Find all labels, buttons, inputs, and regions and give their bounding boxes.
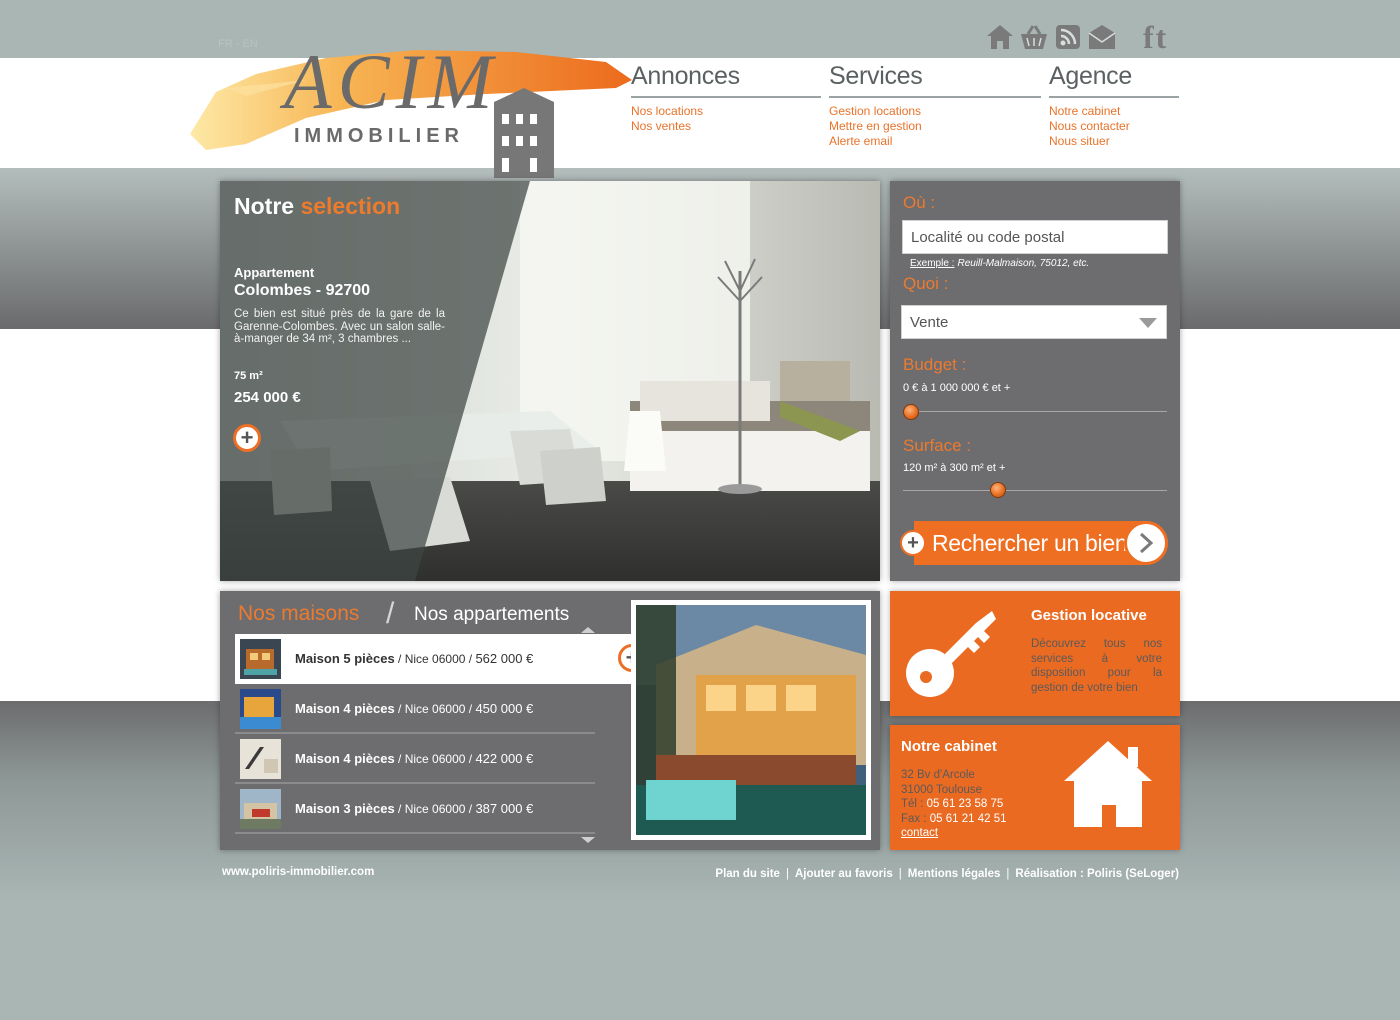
listing-thumbnail xyxy=(240,789,281,829)
gestion-text: Découvrez tous nos services à votre disp… xyxy=(1031,638,1162,694)
cabinet-title: Notre cabinet xyxy=(901,738,997,755)
nav-link-ventes[interactable]: Nos ventes xyxy=(631,119,821,134)
list-item[interactable]: Maison 4 pièces / Nice 06000 / 422 000 € xyxy=(235,734,595,784)
nav-link-locations[interactable]: Nos locations xyxy=(631,104,821,119)
list-item[interactable]: Maison 4 pièces / Nice 06000 / 450 000 € xyxy=(235,684,595,734)
featured-description: Ce bien est situé près de la gare de la … xyxy=(234,308,445,345)
chevron-down-icon xyxy=(1139,318,1157,328)
footer-link-mentions[interactable]: Mentions légales xyxy=(908,868,1001,880)
social-links: f t xyxy=(1143,21,1167,53)
mail-icon[interactable] xyxy=(1087,22,1117,52)
budget-label: Budget : xyxy=(903,355,967,374)
notre-cabinet-box: Notre cabinet 32 Bv d'Arcole 31000 Toulo… xyxy=(890,725,1180,850)
budget-slider-track[interactable] xyxy=(903,411,1167,412)
svg-text:IMMOBILIER: IMMOBILIER xyxy=(294,125,464,147)
facebook-icon[interactable]: f xyxy=(1143,21,1154,53)
featured-more-button[interactable]: + xyxy=(233,424,261,452)
scroll-down-arrow[interactable] xyxy=(581,837,595,843)
home-icon[interactable] xyxy=(985,22,1015,52)
search-panel: Où : Localité ou code postal Exemple : Re… xyxy=(890,181,1180,581)
footer-link-favoris[interactable]: Ajouter au favoris xyxy=(795,868,893,880)
top-icon-bar xyxy=(985,22,1117,52)
listing-photo[interactable] xyxy=(631,600,871,840)
listing-thumbnail xyxy=(240,689,281,729)
nav-title-annonces[interactable]: Annonces xyxy=(631,62,821,98)
nav-services: Services Gestion locations Mettre en ges… xyxy=(829,62,1041,149)
location-example: Exemple : Reuill-Malmaison, 75012, etc. xyxy=(910,258,1090,269)
nav-link-nous-situer[interactable]: Nous situer xyxy=(1049,134,1179,149)
chevron-right-icon xyxy=(1124,521,1168,565)
key-icon xyxy=(906,611,996,697)
featured-title: Notre selection xyxy=(234,193,401,219)
surface-slider-track[interactable] xyxy=(903,490,1167,491)
surface-range-text: 120 m² à 300 m² et + xyxy=(903,462,1006,474)
footer-url[interactable]: www.poliris-immobilier.com xyxy=(222,866,374,878)
tab-maisons[interactable]: Nos maisons xyxy=(238,602,359,626)
list-item[interactable]: Maison 5 pièces / Nice 06000 / 562 000 € xyxy=(235,634,632,684)
twitter-icon[interactable]: t xyxy=(1156,21,1167,53)
contact-link[interactable]: contact xyxy=(901,827,938,839)
site-logo[interactable]: ACIM IMMOBILIER xyxy=(186,22,636,182)
nav-link-notre-cabinet[interactable]: Notre cabinet xyxy=(1049,104,1179,119)
listing-thumbnail xyxy=(240,739,281,779)
nav-link-gestion-locations[interactable]: Gestion locations xyxy=(829,104,1041,119)
featured-area: 75 m² xyxy=(234,370,263,382)
svg-text:ACIM: ACIM xyxy=(279,38,499,125)
tab-appartements[interactable]: Nos appartements xyxy=(414,604,569,626)
budget-slider-handle[interactable] xyxy=(903,404,919,420)
nav-link-mettre-en-gestion[interactable]: Mettre en gestion xyxy=(829,119,1041,134)
cabinet-address: 32 Bv d'Arcole 31000 Toulouse Tél : 05 6… xyxy=(901,769,1007,839)
gestion-title: Gestion locative xyxy=(1031,607,1147,624)
listings-panel: Nos maisons / Nos appartements Maison 5 … xyxy=(220,591,880,850)
featured-price: 254 000 € xyxy=(234,389,301,406)
featured-selection: Notre selection Appartement Colombes - 9… xyxy=(220,181,880,581)
where-label: Où : xyxy=(903,193,936,212)
nav-annonces: Annonces Nos locations Nos ventes xyxy=(631,62,821,134)
nav-agence: Agence Notre cabinet Nous contacter Nous… xyxy=(1049,62,1179,149)
type-select[interactable]: Vente xyxy=(901,305,1167,339)
featured-photo[interactable] xyxy=(220,181,880,581)
footer-links: Plan du site | Ajouter au favoris | Mentio… xyxy=(715,868,1179,880)
scroll-up-arrow[interactable] xyxy=(581,627,595,633)
location-input[interactable]: Localité ou code postal xyxy=(902,220,1168,254)
featured-type: Appartement xyxy=(234,265,315,280)
house-icon xyxy=(1064,741,1152,827)
nav-title-agence[interactable]: Agence xyxy=(1049,62,1179,98)
footer-link-plan[interactable]: Plan du site xyxy=(715,868,780,880)
listing-thumbnail xyxy=(240,639,281,679)
rss-icon[interactable] xyxy=(1053,22,1083,52)
search-button[interactable]: Rechercher un bien xyxy=(914,521,1168,565)
nav-link-nous-contacter[interactable]: Nous contacter xyxy=(1049,119,1179,134)
surface-slider-handle[interactable] xyxy=(989,482,1006,498)
basket-icon[interactable] xyxy=(1019,22,1049,52)
plus-icon: + xyxy=(900,530,926,556)
footer-link-realisation[interactable]: Réalisation : Poliris (SeLoger) xyxy=(1015,868,1179,880)
what-label: Quoi : xyxy=(903,274,949,293)
gestion-locative-box[interactable]: Gestion locative Découvrez tous nos serv… xyxy=(890,591,1180,716)
nav-title-services[interactable]: Services xyxy=(829,62,1041,98)
tab-separator: / xyxy=(386,597,395,630)
budget-range-text: 0 € à 1 000 000 € et + xyxy=(903,382,1011,394)
featured-location: Colombes - 92700 xyxy=(234,282,371,299)
nav-link-alerte-email[interactable]: Alerte email xyxy=(829,134,1041,149)
surface-label: Surface : xyxy=(903,436,972,455)
list-item[interactable]: Maison 3 pièces / Nice 06000 / 387 000 € xyxy=(235,784,595,834)
